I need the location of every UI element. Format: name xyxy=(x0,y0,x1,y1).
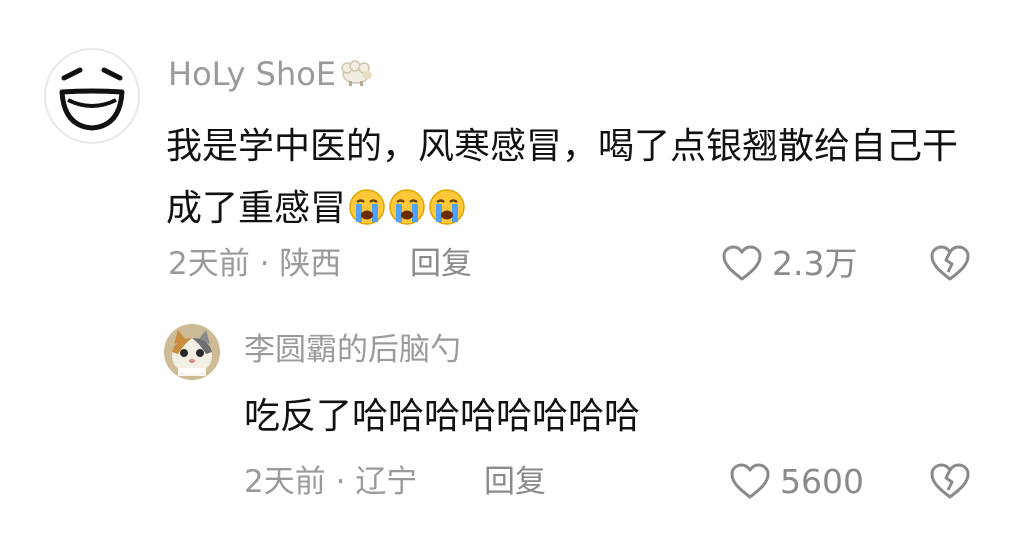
comment-body: 我是学中医的，风寒感冒，喝了点银翘散给自己干成了重感冒 xyxy=(166,126,959,229)
cat-avatar-icon xyxy=(164,324,220,380)
reply-meta: 2天前 · 辽宁 xyxy=(244,462,417,502)
reply-reply-button[interactable]: 回复 xyxy=(484,462,546,502)
comment-time: 2天前 xyxy=(168,246,250,282)
reply-time: 2天前 xyxy=(244,464,326,500)
meta-separator: · xyxy=(335,464,346,500)
crying-emoji-icon xyxy=(428,184,466,246)
like-count: 2.3万 xyxy=(772,244,858,283)
crying-emoji-icon xyxy=(388,184,426,246)
crying-emoji-icon xyxy=(348,184,386,246)
sheep-icon xyxy=(338,54,374,98)
comment-location: 陕西 xyxy=(279,246,342,282)
reply-like-count: 5600 xyxy=(780,462,864,501)
comment-text: 我是学中医的，风寒感冒，喝了点银翘散给自己干成了重感冒 xyxy=(166,116,986,246)
reply-button[interactable]: 回复 xyxy=(410,244,472,284)
username-label: HoLy ShoE xyxy=(168,55,337,93)
comment-meta: 2天前 · 陕西 xyxy=(168,244,341,284)
reply-avatar[interactable] xyxy=(164,324,220,380)
reply-text: 吃反了哈哈哈哈哈哈哈哈 xyxy=(244,396,641,437)
heart-outline-icon[interactable] xyxy=(720,242,764,286)
reply-username[interactable]: 李圆霸的后脑勺 xyxy=(244,328,461,372)
broken-heart-icon[interactable] xyxy=(928,460,972,504)
meta-separator: · xyxy=(259,246,270,282)
broken-heart-icon[interactable] xyxy=(928,242,972,286)
reply-location: 辽宁 xyxy=(355,464,418,500)
heart-outline-icon[interactable] xyxy=(728,460,772,504)
avatar[interactable] xyxy=(44,48,140,144)
comment-username[interactable]: HoLy ShoE xyxy=(168,52,374,98)
smiley-face-icon xyxy=(59,67,125,131)
